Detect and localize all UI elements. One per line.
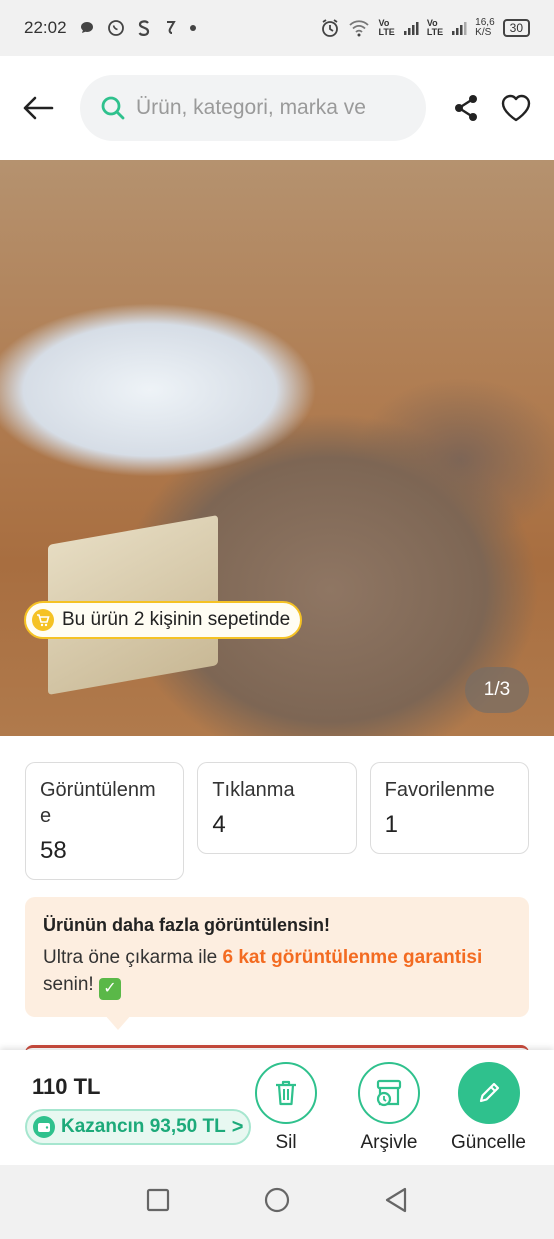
check-icon: ✓ <box>98 978 121 1000</box>
bottom-action-bar: 110 TL Kazancın 93,50 TL > Sil Arşivle G… <box>0 1050 554 1165</box>
triangle-back-icon <box>385 1187 406 1212</box>
promo-title: Ürünün daha fazla görüntülensin! <box>43 915 330 935</box>
stat-card-favorites: Favorilenme 1 <box>369 762 529 854</box>
search-icon <box>101 96 125 120</box>
promo-body: Ultra öne çıkarma ile 6 kat görüntülenme… <box>43 944 511 1000</box>
j-icon <box>163 19 177 37</box>
promo-text-before: Ultra öne çıkarma ile <box>43 947 223 968</box>
stat-label: Favorilenme <box>384 779 495 801</box>
chevron-right-icon: > <box>231 1115 244 1138</box>
arrow-left-icon <box>23 96 54 120</box>
dot-icon <box>189 24 197 32</box>
promo-tail <box>104 1014 132 1030</box>
share-icon <box>455 95 477 121</box>
earnings-button[interactable]: Kazancın 93,50 TL > <box>25 1109 252 1145</box>
back-button[interactable] <box>18 88 58 128</box>
system-back-button[interactable] <box>384 1187 408 1218</box>
share-button[interactable] <box>446 88 486 128</box>
signal-icon <box>403 20 419 36</box>
stat-label: Görüntülenme <box>40 779 156 827</box>
search-input[interactable] <box>136 96 396 120</box>
signal-icon-2 <box>451 20 467 36</box>
alarm-icon <box>320 18 340 38</box>
promo-text-after: senin! <box>43 974 99 995</box>
cart-icon <box>32 609 54 631</box>
s-icon <box>137 19 151 37</box>
stat-card-clicks: Tıklanma 4 <box>197 762 357 854</box>
archive-circle[interactable] <box>358 1062 420 1124</box>
whatsapp-icon <box>107 19 125 37</box>
archive-label: Arşivle <box>360 1132 418 1153</box>
stat-card-views: Görüntülenme 58 <box>25 762 185 880</box>
stats-row: Görüntülenme 58 Tıklanma 4 Favorilenme 1 <box>25 762 529 880</box>
wifi-icon <box>348 19 370 37</box>
delete-circle[interactable] <box>255 1062 317 1124</box>
archive-button[interactable]: Arşivle <box>358 1062 420 1154</box>
delete-label: Sil <box>275 1132 297 1153</box>
wallet-icon <box>33 1116 55 1138</box>
price: 110 TL <box>32 1074 101 1099</box>
status-time: 22:02 <box>24 18 67 37</box>
battery-indicator: 30 <box>502 19 530 37</box>
update-button[interactable]: Güncelle <box>451 1062 526 1154</box>
top-bar <box>0 56 554 160</box>
home-button[interactable] <box>263 1186 291 1219</box>
circle-icon <box>264 1187 290 1212</box>
volte-label-1: Vo LTE <box>378 18 395 37</box>
archive-icon <box>376 1079 402 1107</box>
stat-label: Tıklanma <box>212 779 295 801</box>
update-circle[interactable] <box>457 1062 520 1124</box>
network-speed: 16,6 K/S <box>475 17 495 38</box>
trash-icon <box>276 1080 296 1106</box>
pencil-icon <box>479 1082 499 1103</box>
promo-card[interactable]: Ürünün daha fazla görüntülensin! Ultra ö… <box>25 897 529 1017</box>
cart-badge-text: Bu ürün 2 kişinin sepetinde <box>62 609 291 630</box>
stat-value: 58 <box>40 837 67 864</box>
update-label: Güncelle <box>451 1132 526 1153</box>
heart-icon <box>501 94 531 122</box>
recent-apps-button[interactable] <box>146 1188 170 1217</box>
status-bar: 22:02 Vo LTE Vo LTE 16,6 K/S 30 <box>0 0 554 56</box>
system-nav-bar <box>0 1165 554 1239</box>
image-pager: 1/3 <box>465 667 529 713</box>
cart-count-badge: Bu ürün 2 kişinin sepetinde <box>24 601 303 639</box>
earnings-text: Kazancın 93,50 TL <box>61 1116 226 1137</box>
square-icon <box>147 1188 170 1211</box>
favorite-button[interactable] <box>496 88 536 128</box>
chat-icon <box>79 20 95 36</box>
volte-label-2: Vo LTE <box>426 18 444 37</box>
promo-highlight: 6 kat görüntülenme garantisi <box>222 947 483 968</box>
stat-value: 1 <box>384 811 399 838</box>
search-bar[interactable] <box>80 75 426 141</box>
delete-button[interactable]: Sil <box>255 1062 317 1154</box>
stat-value: 4 <box>212 811 226 838</box>
product-image[interactable] <box>0 160 554 736</box>
